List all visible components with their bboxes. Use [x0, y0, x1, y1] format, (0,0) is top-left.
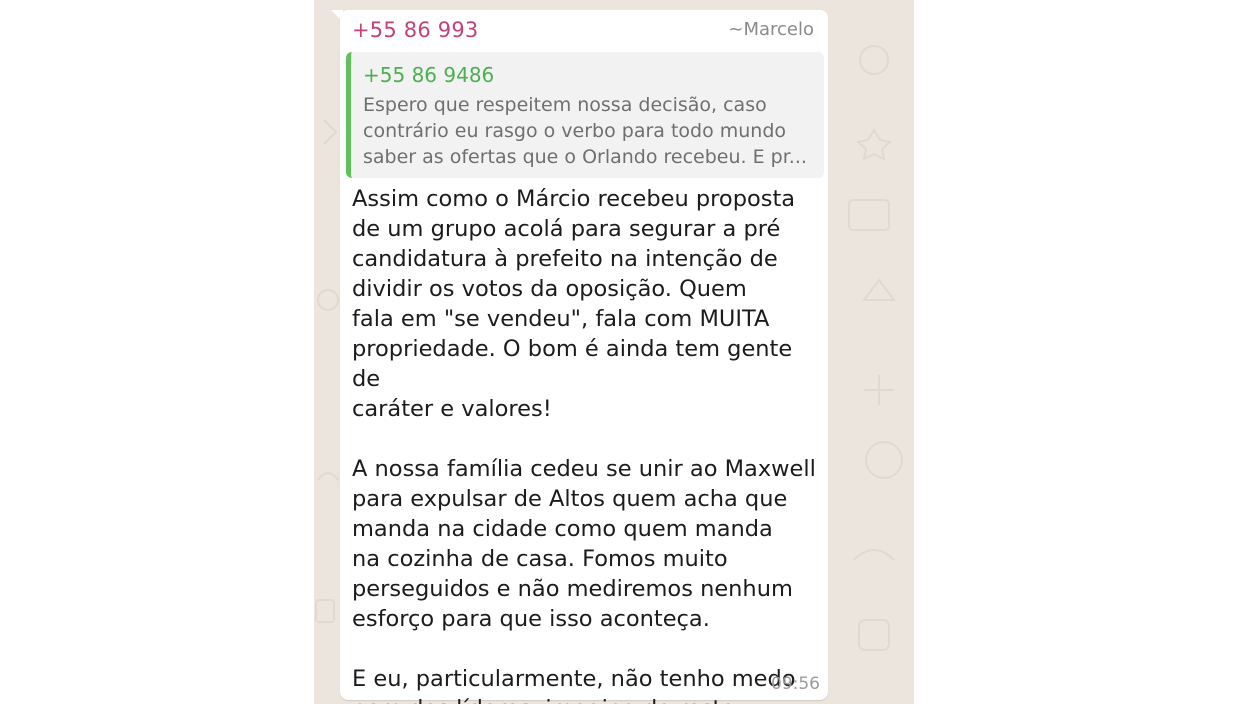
quoted-message-text: Espero que respeitem nossa decisão, caso… [363, 94, 807, 168]
chat-area: +55 86 993 ~Marcelo +55 86 9486 Espero q… [314, 0, 914, 704]
sender-name: ~Marcelo [728, 19, 814, 40]
quoted-message[interactable]: +55 86 9486 Espero que respeitem nossa d… [346, 52, 824, 178]
message-timestamp: 09:56 [771, 674, 820, 694]
sender-phone-number[interactable]: +55 86 993 [352, 18, 478, 42]
message-paragraph: E eu, particularmente, não tenho medo ne… [352, 666, 796, 704]
bubble-tail [331, 10, 343, 22]
message-text: Assim como o Márcio recebeu proposta de … [352, 184, 822, 704]
message-bubble[interactable]: +55 86 993 ~Marcelo +55 86 9486 Espero q… [331, 10, 828, 704]
message-paragraph: Assim como o Márcio recebeu proposta de … [352, 186, 796, 422]
quoted-sender-number: +55 86 9486 [363, 63, 495, 87]
message-paragraph: A nossa família cedeu se unir ao Maxwell… [352, 456, 816, 632]
